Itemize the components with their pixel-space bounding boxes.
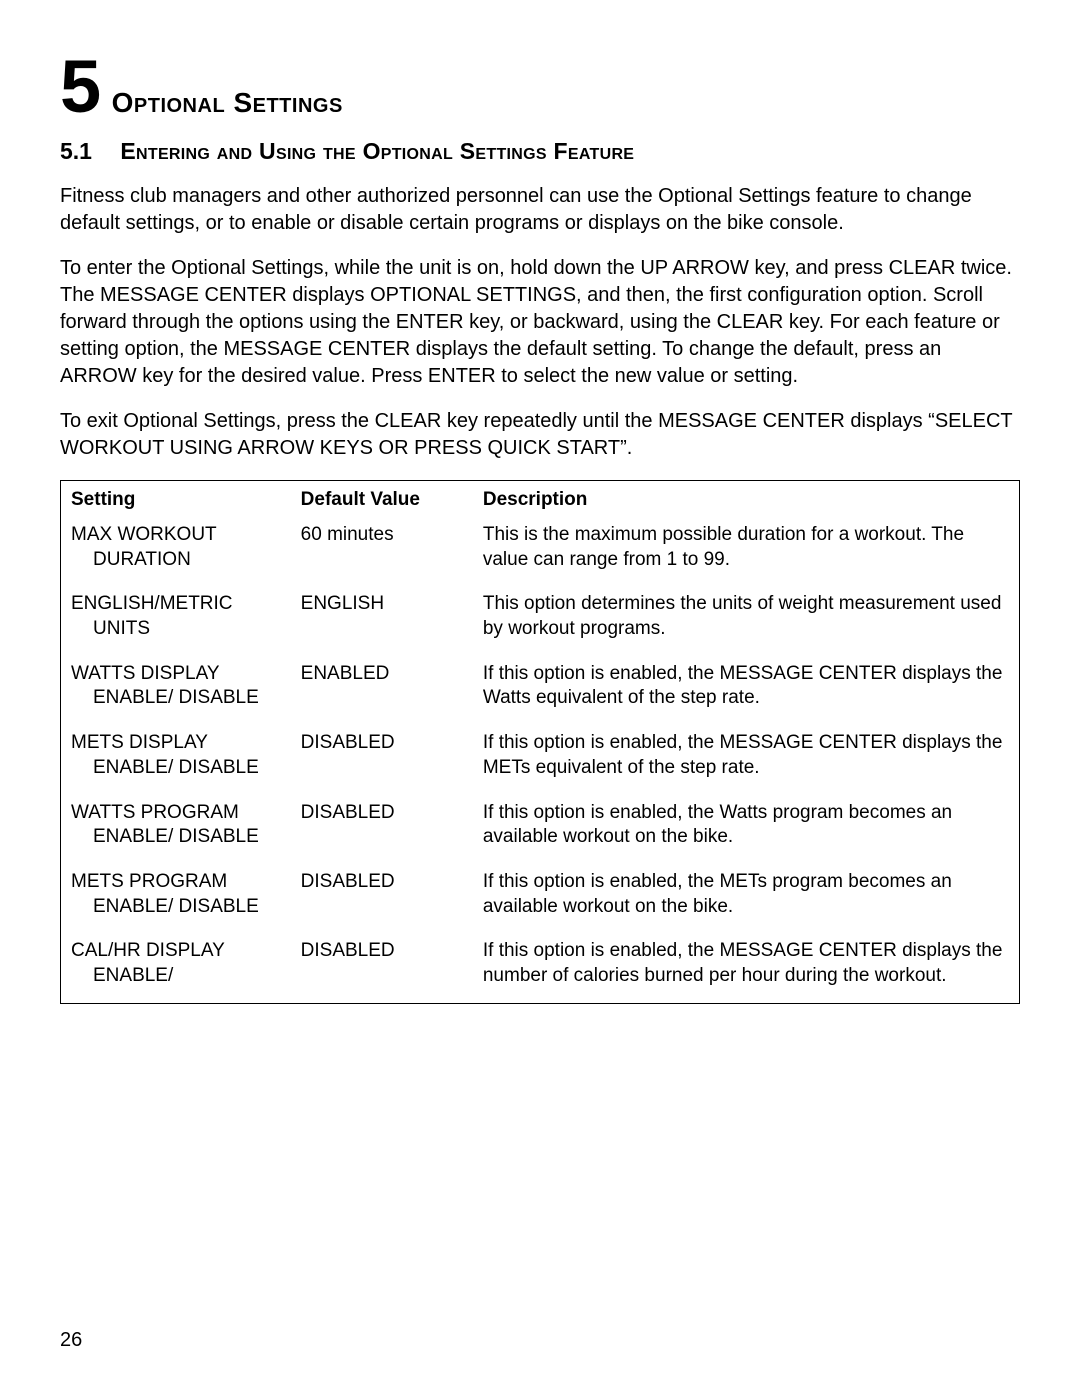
setting-sub: ENABLE/	[71, 964, 281, 989]
setting-sub: DURATION	[71, 548, 281, 573]
setting-sub: ENABLE/ DISABLE	[71, 686, 281, 711]
cell-description: If this option is enabled, the MESSAGE C…	[473, 656, 1020, 725]
setting-main: ENGLISH/METRIC	[71, 593, 233, 614]
chapter-heading: 5 Optional Settings	[60, 50, 1020, 124]
setting-main: MAX WORKOUT	[71, 524, 217, 545]
cell-description: If this option is enabled, the METs prog…	[473, 864, 1020, 933]
section-title: Entering and Using the Optional Settings…	[120, 138, 634, 164]
table-row: CAL/HR DISPLAY ENABLE/ DISABLED If this …	[61, 933, 1020, 1003]
setting-main: WATTS PROGRAM	[71, 802, 239, 823]
table-row: MAX WORKOUT DURATION 60 minutes This is …	[61, 517, 1020, 586]
cell-default: DISABLED	[291, 933, 473, 1003]
page-container: 5 Optional Settings 5.1 Entering and Usi…	[0, 0, 1080, 1388]
setting-main: WATTS DISPLAY	[71, 663, 220, 684]
table-row: WATTS DISPLAY ENABLE/ DISABLE ENABLED If…	[61, 656, 1020, 725]
header-description: Description	[473, 481, 1020, 518]
table-row: METS DISPLAY ENABLE/ DISABLE DISABLED If…	[61, 725, 1020, 794]
header-default: Default Value	[291, 481, 473, 518]
table-header-row: Setting Default Value Description	[61, 481, 1020, 518]
intro-paragraph-1: Fitness club managers and other authoriz…	[60, 183, 1020, 237]
table-body: MAX WORKOUT DURATION 60 minutes This is …	[61, 517, 1020, 1003]
cell-description: This option determines the units of weig…	[473, 586, 1020, 655]
page-number: 26	[60, 1329, 82, 1352]
table-row: METS PROGRAM ENABLE/ DISABLE DISABLED If…	[61, 864, 1020, 933]
section-heading: 5.1 Entering and Using the Optional Sett…	[60, 138, 1020, 165]
cell-setting: METS DISPLAY ENABLE/ DISABLE	[61, 725, 291, 794]
table-row: WATTS PROGRAM ENABLE/ DISABLE DISABLED I…	[61, 795, 1020, 864]
intro-paragraph-3: To exit Optional Settings, press the CLE…	[60, 408, 1020, 462]
setting-sub: ENABLE/ DISABLE	[71, 825, 281, 850]
cell-setting: WATTS PROGRAM ENABLE/ DISABLE	[61, 795, 291, 864]
cell-description: If this option is enabled, the MESSAGE C…	[473, 725, 1020, 794]
cell-setting: WATTS DISPLAY ENABLE/ DISABLE	[61, 656, 291, 725]
cell-description: If this option is enabled, the Watts pro…	[473, 795, 1020, 864]
cell-default: ENABLED	[291, 656, 473, 725]
intro-paragraph-2: To enter the Optional Settings, while th…	[60, 255, 1020, 390]
chapter-number: 5	[60, 45, 101, 128]
setting-main: METS PROGRAM	[71, 871, 227, 892]
settings-table: Setting Default Value Description MAX WO…	[60, 480, 1020, 1004]
cell-description: If this option is enabled, the MESSAGE C…	[473, 933, 1020, 1003]
cell-default: 60 minutes	[291, 517, 473, 586]
cell-description: This is the maximum possible duration fo…	[473, 517, 1020, 586]
setting-sub: UNITS	[71, 617, 281, 642]
cell-default: ENGLISH	[291, 586, 473, 655]
cell-default: DISABLED	[291, 864, 473, 933]
table-row: ENGLISH/METRIC UNITS ENGLISH This option…	[61, 586, 1020, 655]
cell-default: DISABLED	[291, 725, 473, 794]
cell-setting: MAX WORKOUT DURATION	[61, 517, 291, 586]
cell-setting: ENGLISH/METRIC UNITS	[61, 586, 291, 655]
cell-setting: CAL/HR DISPLAY ENABLE/	[61, 933, 291, 1003]
setting-main: METS DISPLAY	[71, 732, 208, 753]
setting-sub: ENABLE/ DISABLE	[71, 756, 281, 781]
setting-sub: ENABLE/ DISABLE	[71, 895, 281, 920]
header-setting: Setting	[61, 481, 291, 518]
cell-setting: METS PROGRAM ENABLE/ DISABLE	[61, 864, 291, 933]
chapter-title: Optional Settings	[112, 87, 343, 118]
section-number: 5.1	[60, 138, 92, 164]
setting-main: CAL/HR DISPLAY	[71, 940, 225, 961]
cell-default: DISABLED	[291, 795, 473, 864]
